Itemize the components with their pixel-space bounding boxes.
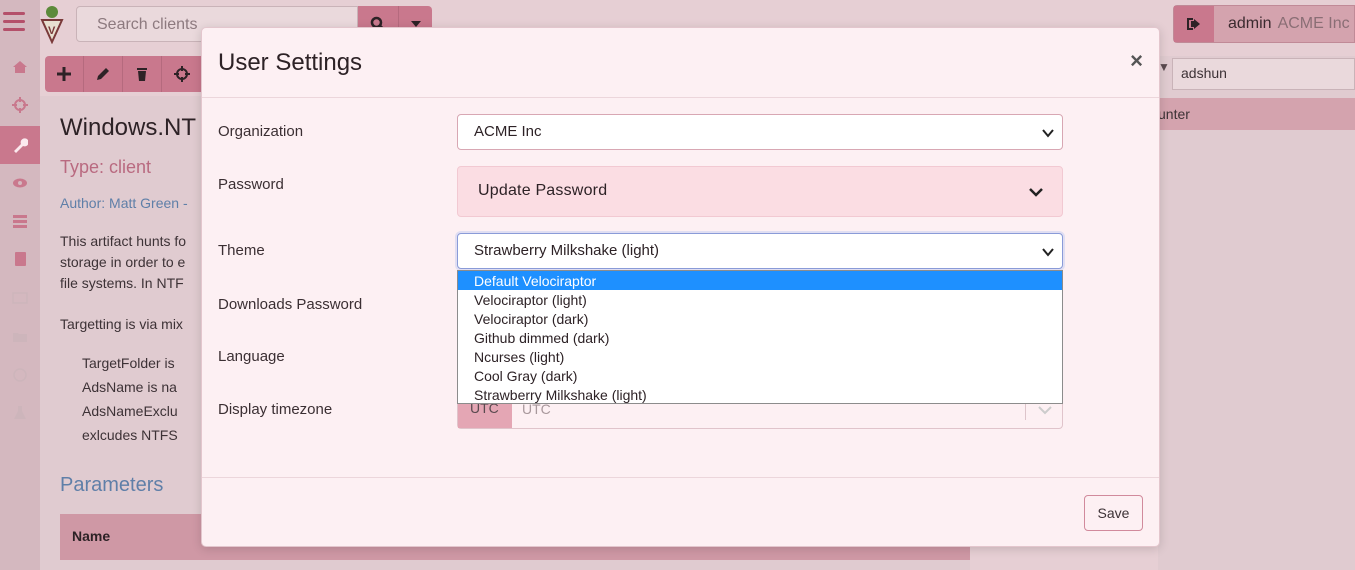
theme-option[interactable]: Ncurses (light) xyxy=(458,347,1062,366)
update-password-toggle[interactable]: Update Password xyxy=(457,166,1063,217)
delete-artifact-button[interactable] xyxy=(123,56,162,92)
password-label: Password xyxy=(218,176,284,193)
theme-dropdown-list: Default Velociraptor Velociraptor (light… xyxy=(457,270,1063,404)
parameters-heading: Parameters xyxy=(60,474,164,496)
chevron-down-icon xyxy=(1042,248,1054,257)
monitor-icon[interactable] xyxy=(0,280,40,318)
theme-option[interactable]: Strawberry Milkshake (light) xyxy=(458,385,1062,404)
theme-select[interactable]: Strawberry Milkshake (light) xyxy=(457,233,1063,269)
organization-select[interactable]: ACME Inc xyxy=(457,114,1063,150)
trash-icon xyxy=(137,68,147,81)
theme-option[interactable]: Github dimmed (dark) xyxy=(458,328,1062,347)
user-org: ACME Inc xyxy=(1277,15,1350,32)
dialog-title: User Settings xyxy=(218,49,363,76)
chevron-down-icon xyxy=(1042,129,1054,138)
theme-label: Theme xyxy=(218,242,265,259)
save-button[interactable]: Save xyxy=(1084,495,1143,531)
edit-artifact-button[interactable] xyxy=(84,56,123,92)
dialog-header: User Settings × xyxy=(202,28,1159,98)
theme-option[interactable]: Velociraptor (dark) xyxy=(458,309,1062,328)
crosshair-icon[interactable] xyxy=(0,86,40,124)
book-icon[interactable] xyxy=(0,240,40,278)
menu-icon[interactable] xyxy=(3,12,25,36)
artifact-type: Type: client xyxy=(60,157,152,177)
wrench-icon[interactable] xyxy=(0,126,40,164)
artifact-description: This artifact hunts fo storage in order … xyxy=(60,233,187,291)
velociraptor-logo: V xyxy=(38,4,66,45)
language-label: Language xyxy=(218,348,285,365)
plus-icon xyxy=(57,67,71,81)
update-password-label: Update Password xyxy=(478,182,608,199)
artifact-title: Windows.NT xyxy=(60,114,197,141)
artifact-search-input[interactable]: adshun xyxy=(1172,58,1355,90)
timezone-label: Display timezone xyxy=(218,401,333,418)
sidebar xyxy=(0,0,40,570)
theme-option[interactable]: Cool Gray (dark) xyxy=(458,366,1062,385)
theme-option[interactable]: Velociraptor (light) xyxy=(458,290,1062,309)
user-menu-button[interactable]: admin ACME Inc xyxy=(1173,5,1355,43)
user-name: admin xyxy=(1228,15,1272,32)
logout-icon[interactable] xyxy=(1174,6,1214,42)
eye-icon[interactable] xyxy=(0,164,40,202)
folder-icon[interactable] xyxy=(0,318,40,356)
artifact-bullets: TargetFolder is AdsName is na AdsNameExc… xyxy=(82,355,178,443)
artifact-list-item[interactable]: unter xyxy=(1158,98,1355,130)
artifact-toolbar xyxy=(45,56,205,92)
artifact-targetting: Targetting is via mix xyxy=(60,316,183,332)
crosshair-icon xyxy=(173,66,190,82)
artifact-search-pane xyxy=(1158,56,1355,570)
chevron-down-icon xyxy=(1038,406,1052,415)
name-column-header: Name xyxy=(72,528,111,544)
history-icon[interactable] xyxy=(0,356,40,394)
hunt-artifact-button[interactable] xyxy=(162,56,201,92)
user-settings-dialog: User Settings × Organization ACME Inc Pa… xyxy=(201,27,1160,547)
dialog-footer: Save xyxy=(202,477,1159,547)
flask-icon[interactable] xyxy=(0,394,40,432)
organization-label: Organization xyxy=(218,123,304,140)
svg-text:V: V xyxy=(48,25,56,37)
theme-option[interactable]: Default Velociraptor xyxy=(458,271,1062,290)
chevron-down-icon xyxy=(1029,188,1043,197)
server-icon[interactable] xyxy=(0,202,40,240)
close-button[interactable]: × xyxy=(1130,48,1143,74)
add-artifact-button[interactable] xyxy=(45,56,84,92)
downloads-password-label: Downloads Password xyxy=(218,296,363,313)
home-icon[interactable] xyxy=(0,48,40,86)
artifact-author: Author: Matt Green - xyxy=(60,195,188,211)
pencil-icon xyxy=(97,68,109,80)
